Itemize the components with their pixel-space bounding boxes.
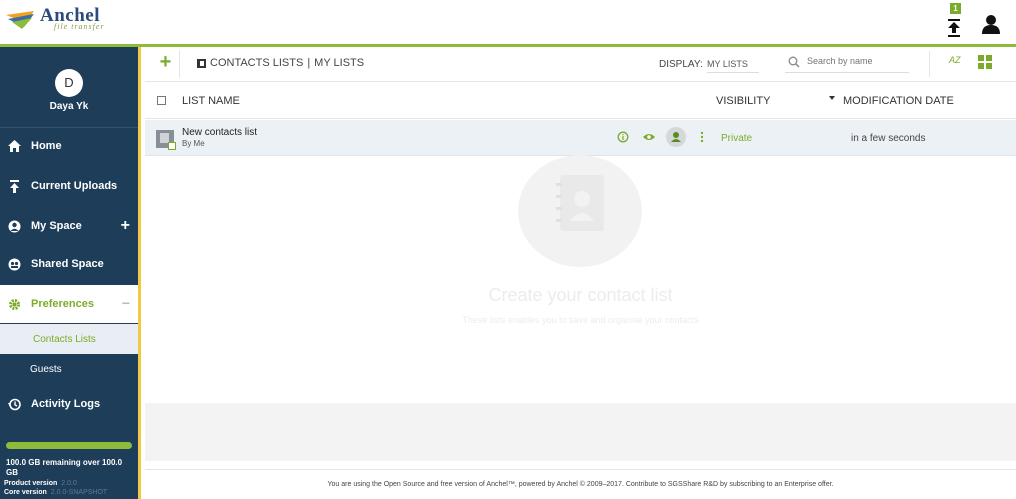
search-icon [788,56,800,68]
upload-queue-button[interactable]: 1 [944,3,964,38]
product-version: Product version 2.0.0 [4,480,77,487]
toolbar: + CONTACTS LISTS | MY LISTS DISPLAY: MY … [145,47,1016,82]
sidebar-item-label: Current Uploads [31,180,118,192]
contact-list-icon [156,130,176,150]
logo-icon [6,10,34,29]
table-row[interactable]: New contacts list By Me Private in a few… [145,120,1016,156]
group-icon [8,258,21,270]
sidebar-item-label: Shared Space [31,258,104,270]
row-modified: in a few seconds [851,133,926,144]
eye-icon[interactable] [642,131,656,143]
select-all-checkbox[interactable] [157,96,166,105]
profile-name: Daya Yk [49,101,89,112]
app-logo[interactable]: Anchel file transfer [4,6,105,31]
sidebar-item-label: Activity Logs [31,398,101,410]
sidebar-subitem-label: Contacts Lists [33,333,96,345]
top-bar: Anchel file transfer 1 [0,0,1016,47]
sidebar-item-my-space[interactable]: My Space + [0,207,138,245]
table-header: LIST NAME VISIBILITY MODIFICATION DATE [145,82,1016,119]
display-label: DISPLAY: [659,59,703,70]
sidebar-item-preferences[interactable]: Preferences − [0,285,138,323]
empty-state-subtitle: These lists enables you to save and orga… [462,315,699,325]
row-title[interactable]: New contacts list [182,127,257,138]
display-select[interactable]: MY LISTS [707,56,759,73]
sort-alpha-button[interactable]: AZ [949,55,961,65]
grid-view-icon[interactable] [978,55,992,69]
sidebar-item-current-uploads[interactable]: Current Uploads [0,167,138,205]
header-list-name[interactable]: LIST NAME [182,95,240,107]
home-icon [8,140,21,152]
sidebar-item-home[interactable]: Home [0,127,138,165]
sidebar: D Daya Yk Home Current Uploads My Space … [0,47,141,499]
sidebar-subitem-label: Guests [30,363,62,375]
main-panel: + CONTACTS LISTS | MY LISTS DISPLAY: MY … [141,47,1016,499]
user-icon[interactable] [980,13,1002,35]
add-space-button[interactable]: + [121,217,130,235]
breadcrumb-root[interactable]: CONTACTS LISTS [210,57,303,69]
profile-panel[interactable]: D Daya Yk [0,47,138,128]
sidebar-subitem-contacts-lists[interactable]: Contacts Lists [0,324,138,354]
search-input[interactable] [807,56,907,66]
core-version: Core version 2.0.0-SNAPSHOT [4,489,108,496]
avatar: D [55,69,83,97]
user-circle-icon [8,220,21,232]
empty-state-illustration [518,155,642,267]
empty-state-title: Create your contact list [488,285,673,305]
sort-down-icon [829,96,835,100]
manage-contacts-icon[interactable] [666,127,686,147]
sidebar-item-activity-logs[interactable]: Activity Logs [0,385,138,423]
quota-bar [6,442,132,449]
breadcrumb: CONTACTS LISTS | MY LISTS [197,57,364,69]
row-owner: By Me [182,139,205,148]
upload-queue-icon [948,19,960,37]
breadcrumb-separator: | [307,57,311,69]
header-visibility[interactable]: VISIBILITY [716,95,770,107]
sidebar-item-label: Home [31,140,62,152]
history-icon [8,398,21,410]
collapse-preferences-button[interactable]: − [122,295,130,311]
contacts-book-icon [556,175,604,231]
gear-icon [9,298,20,310]
logo-tagline: file transfer [54,22,105,31]
more-vertical-icon[interactable] [700,131,704,143]
sidebar-item-label: Preferences [31,298,94,310]
sidebar-item-label: My Space [31,220,82,232]
footer: You are using the Open Source and free v… [145,469,1016,499]
header-modification-date[interactable]: MODIFICATION DATE [843,95,954,107]
contacts-book-icon [197,58,206,68]
breadcrumb-current: MY LISTS [314,57,365,69]
toolbar-divider [929,51,930,77]
quota-text: 100.0 GB remaining over 100.0 GB [6,458,123,477]
add-contact-list-button[interactable]: + [152,50,180,78]
sidebar-subitem-guests[interactable]: Guests [0,354,138,384]
search-box [785,53,909,73]
info-icon[interactable] [617,131,629,143]
row-visibility: Private [721,133,753,144]
content-spacer [145,403,1016,461]
upload-icon [10,179,19,193]
sidebar-item-shared-space[interactable]: Shared Space [0,245,138,283]
